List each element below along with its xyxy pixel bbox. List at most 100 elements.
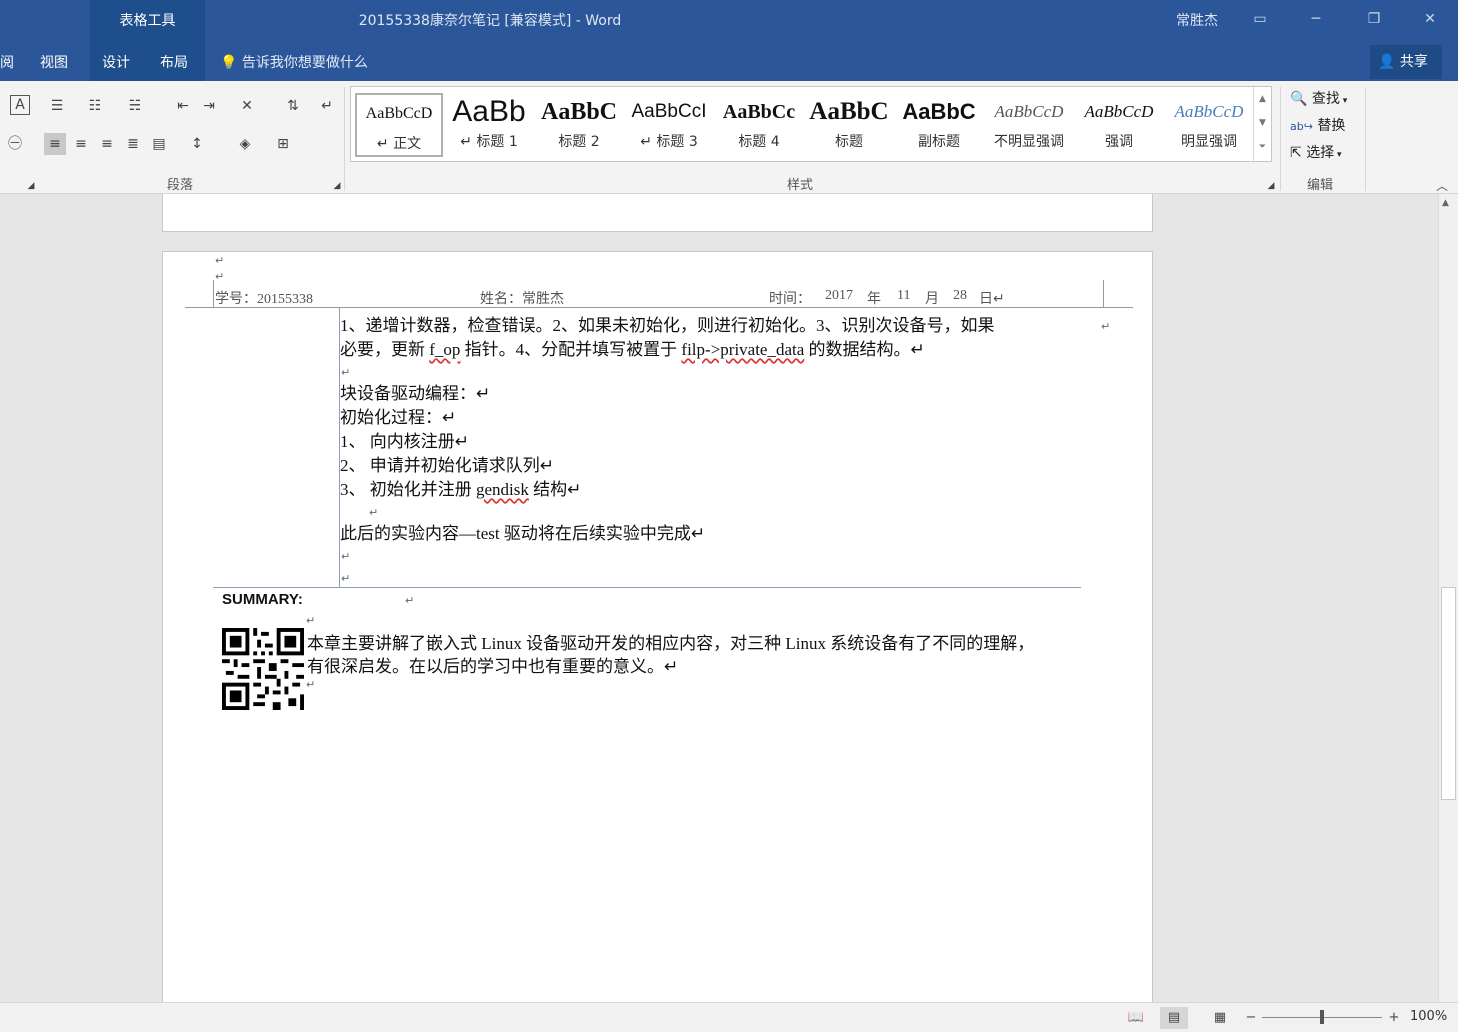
cursor-icon: ⇱ xyxy=(1290,145,1302,161)
header-time-label: 时间： xyxy=(769,292,811,307)
align-right-icon[interactable]: ≡ xyxy=(96,133,118,155)
align-left-icon[interactable]: ≡ xyxy=(44,133,66,155)
tab-layout[interactable]: 布局 xyxy=(160,52,188,72)
find-button[interactable]: 🔍 查找 ▾ xyxy=(1290,88,1347,108)
qr-code-image xyxy=(222,628,304,710)
user-name[interactable]: 常胜杰 xyxy=(1176,10,1218,30)
person-icon: 👤 xyxy=(1378,54,1396,70)
group-separator xyxy=(1280,87,1281,191)
para-1-line-1: 1、递增计数器，检查错误。2、如果未初始化，则进行初始化。3、识别次设备号，如果 xyxy=(340,316,995,335)
style-emphasis[interactable]: AaBbCcD 强调 xyxy=(1075,93,1163,157)
show-marks-icon[interactable]: ↵ xyxy=(316,95,338,117)
web-layout-icon[interactable]: ▦ xyxy=(1206,1007,1234,1029)
zoom-slider-thumb[interactable] xyxy=(1320,1010,1324,1024)
character-border-icon[interactable]: A xyxy=(10,95,30,115)
styles-gallery: AaBbCcD ↵ 正文 AaBb ↵ 标题 1 AaBbC 标题 2 AaBb… xyxy=(350,86,1272,162)
paragraph-mark: ↵ xyxy=(306,678,316,691)
justify-icon[interactable]: ≣ xyxy=(122,133,144,155)
document-page[interactable]: ↵ ↵ 学号：20155338 姓名：常胜杰 时间： 2017 年 11 月 2… xyxy=(162,251,1153,1002)
print-layout-icon[interactable]: ▤ xyxy=(1160,1007,1188,1029)
gallery-down-icon[interactable]: ▼ xyxy=(1254,111,1271,135)
zoom-in-icon[interactable]: + xyxy=(1380,1007,1408,1029)
magnifier-icon: 🔍 xyxy=(1290,91,1308,107)
previous-page xyxy=(162,194,1153,232)
shading-icon[interactable]: ◈ xyxy=(234,133,256,155)
step-1: 1、 向内核注册↵ xyxy=(340,432,469,451)
step-3: 3、 初始化并注册 gendisk 结构↵ xyxy=(340,480,582,499)
tell-me-box[interactable]: 💡 告诉我你想要做什么 xyxy=(220,52,368,72)
multilevel-list-icon[interactable]: ☵ xyxy=(124,95,146,117)
chinese-layout-icon[interactable]: ✕ xyxy=(236,95,258,117)
context-tab-label: 表格工具 xyxy=(119,13,176,29)
document-title: 20155338康奈尔笔记 [兼容模式] - Word xyxy=(358,13,622,29)
paragraph-mark: ↵ xyxy=(215,254,225,267)
summary-border xyxy=(213,587,1081,588)
paragraph-mark: ↵ xyxy=(341,550,351,563)
header-corner-right xyxy=(1103,280,1104,308)
maximize-icon[interactable]: ❐ xyxy=(1360,6,1388,32)
paragraph-mark: ↵ xyxy=(405,594,415,607)
gallery-more-icon[interactable]: ⏷ xyxy=(1254,135,1271,159)
gallery-scroll: ▲ ▼ ⏷ xyxy=(1253,87,1271,161)
phonetic-icon[interactable]: ㊀ xyxy=(4,133,26,155)
title-bar: 表格工具 20155338康奈尔笔记 [兼容模式] - Word 常胜杰 ▭ ─… xyxy=(0,0,1458,81)
select-button[interactable]: ⇱ 选择 ▾ xyxy=(1290,142,1342,162)
scroll-thumb[interactable] xyxy=(1441,587,1456,800)
zoom-out-icon[interactable]: − xyxy=(1237,1007,1265,1029)
style-normal[interactable]: AaBbCcD ↵ 正文 xyxy=(355,93,443,157)
read-mode-icon[interactable]: 📖 xyxy=(1122,1007,1150,1029)
header-day: 28 xyxy=(953,288,967,303)
numbering-icon[interactable]: ☷ xyxy=(84,95,106,117)
style-subtle-emphasis[interactable]: AaBbCcD 不明显强调 xyxy=(985,93,1073,157)
line-spacing-icon[interactable]: ↕ xyxy=(186,133,208,155)
paragraph-mark: ↵ xyxy=(341,366,351,379)
align-center-icon[interactable]: ≡ xyxy=(70,133,92,155)
paragraph-mark: ↵ xyxy=(215,270,225,283)
style-intense-emphasis[interactable]: AaBbCcD 明显强调 xyxy=(1165,93,1253,157)
replace-icon: ab↪ xyxy=(1290,120,1313,133)
header-rule xyxy=(185,307,1133,308)
style-subtitle[interactable]: AaBbC 副标题 xyxy=(895,93,983,157)
ribbon-tabs: 阅 视图 设计 布局 💡 告诉我你想要做什么 xyxy=(0,42,1458,81)
header-student-id: 学号：20155338 xyxy=(215,292,313,307)
cell-end-mark: ↵ xyxy=(1101,320,1111,333)
minimize-icon[interactable]: ─ xyxy=(1302,6,1330,32)
style-heading-4[interactable]: AaBbCc 标题 4 xyxy=(715,93,803,157)
ribbon: A ☰ ☷ ☵ ⇤ ⇥ ✕ ⇅ ↵ ㊀ ≡ ≡ ≡ ≣ ▤ ↕ ◈ ⊞ 段落 ◢… xyxy=(0,81,1458,194)
vertical-scrollbar[interactable]: ▲ xyxy=(1438,194,1458,1002)
decrease-indent-icon[interactable]: ⇤ xyxy=(172,95,194,117)
close-icon[interactable]: ✕ xyxy=(1416,6,1444,32)
para-1-line-2: 必要，更新 f_op 指针。4、分配并填写被置于 filp->private_d… xyxy=(340,340,925,359)
gallery-up-icon[interactable]: ▲ xyxy=(1254,87,1271,111)
paragraph-mark: ↵ xyxy=(369,506,379,519)
share-button[interactable]: 👤 共享 xyxy=(1370,45,1442,79)
share-label: 共享 xyxy=(1399,54,1428,70)
editing-group-label: 编辑 xyxy=(1307,178,1334,193)
ribbon-display-icon[interactable]: ▭ xyxy=(1246,6,1274,32)
paragraph-mark: ↵ xyxy=(341,572,351,585)
style-heading-3[interactable]: AaBbCcI ↵ 标题 3 xyxy=(625,93,713,157)
distributed-icon[interactable]: ▤ xyxy=(148,133,170,155)
collapse-ribbon-icon[interactable]: ︿ xyxy=(1436,177,1448,194)
zoom-level[interactable]: 100% xyxy=(1410,1009,1447,1024)
replace-button[interactable]: ab↪ 替换 xyxy=(1290,115,1345,135)
bullets-icon[interactable]: ☰ xyxy=(46,95,68,117)
header-month: 11 xyxy=(897,288,911,303)
status-bar: 📖 ▤ ▦ − + 100% xyxy=(0,1002,1458,1032)
summary-line-1: 本章主要讲解了嵌入式 Linux 设备驱动开发的相应内容，对三种 Linux 系… xyxy=(307,634,1035,653)
borders-icon[interactable]: ⊞ xyxy=(272,133,294,155)
increase-indent-icon[interactable]: ⇥ xyxy=(198,95,220,117)
tab-view[interactable]: 视图 xyxy=(40,52,68,72)
style-heading-2[interactable]: AaBbC 标题 2 xyxy=(535,93,623,157)
scroll-up-icon[interactable]: ▲ xyxy=(1442,198,1449,208)
sort-icon[interactable]: ⇅ xyxy=(282,95,304,117)
style-heading-1[interactable]: AaBb ↵ 标题 1 xyxy=(445,93,533,157)
header-name: 姓名：常胜杰 xyxy=(480,292,564,307)
tab-design[interactable]: 设计 xyxy=(102,52,130,72)
document-canvas: ↵ ↵ 学号：20155338 姓名：常胜杰 时间： 2017 年 11 月 2… xyxy=(0,194,1440,1002)
group-separator xyxy=(344,87,345,191)
header-day-unit: 日↵ xyxy=(979,292,1005,307)
style-title[interactable]: AaBbC 标题 xyxy=(805,93,893,157)
group-separator xyxy=(1365,87,1366,191)
tab-review[interactable]: 阅 xyxy=(0,52,14,72)
